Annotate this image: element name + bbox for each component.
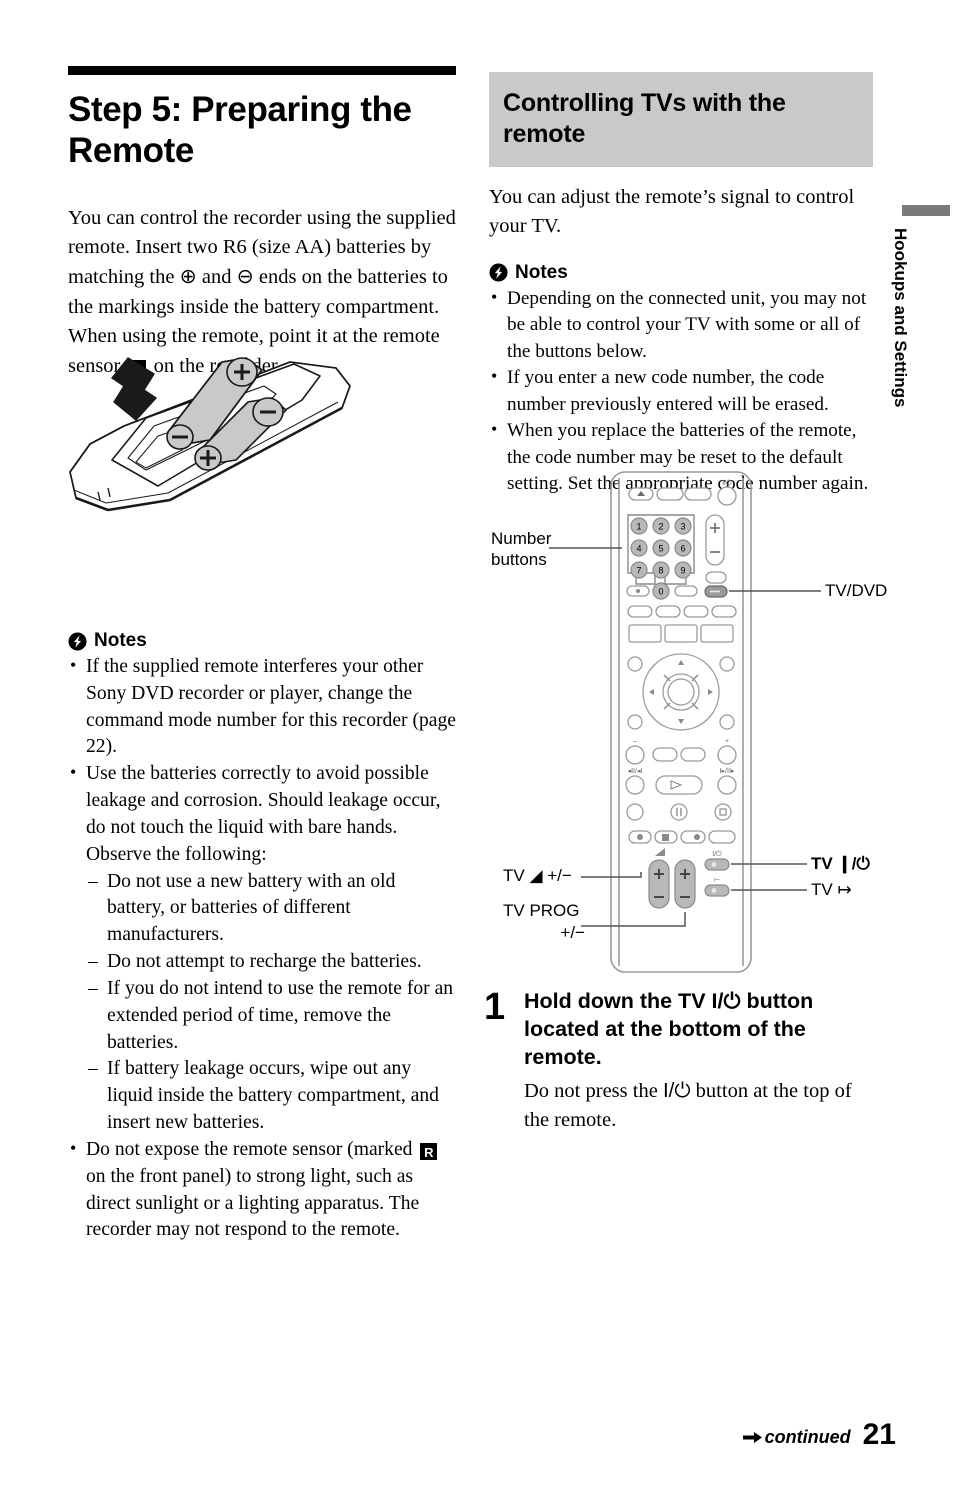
svg-text:0: 0 [658,587,663,597]
callout-tv-dvd: TV/DVD [825,581,888,600]
callout-number-buttons-line2: buttons [491,550,547,570]
callout-tv-prog: TV PROG +/− [503,900,585,944]
callout-tv-input: TV ↦ [811,880,852,899]
insert-arrow-icon [110,357,158,421]
section-heading-band: Controlling TVs with the remote [489,72,873,167]
side-tab-label: Hookups and Settings [891,228,910,408]
remote-sensor-icon: R [420,1142,438,1160]
sub-note-item: Do not use a new battery with an old bat… [88,869,458,949]
step-subtext: Do not press the I/⏻ button at the top o… [524,1076,880,1135]
bolt-icon [489,263,508,282]
manual-page: Step 5: Preparing the Remote You can con… [0,0,954,1486]
bolt-icon [68,631,87,651]
callout-number-buttons: Number buttons [491,528,561,571]
sub-note-item: If you do not intend to use the remote f… [88,976,458,1056]
svg-text:7: 7 [636,566,641,576]
note-item: Use the batteries correctly to avoid pos… [68,760,458,1137]
sub-note-item: Do not attempt to recharge the batteries… [88,949,458,976]
side-tab-bar [902,205,950,216]
svg-text:1: 1 [636,522,641,532]
svg-text:◂II/◂I: ◂II/◂I [628,768,643,775]
page-number: 21 [862,1417,896,1451]
right-intro-paragraph: You can adjust the remote’s signal to co… [489,186,855,238]
step-title: Hold down the TV I/⏻ button located at t… [524,988,880,1072]
callout-tv-prog-line1: TV PROG [503,901,580,920]
svg-text:⊢: ⊢ [714,877,720,884]
left-notes-block: Notes If the supplied remote interferes … [68,630,458,1244]
svg-text:8: 8 [658,566,663,576]
callout-tv-prog-line2: +/− [560,923,585,943]
page-title: Step 5: Preparing the Remote [68,90,412,171]
sub-notes-list: Do not use a new battery with an old bat… [88,869,458,1137]
svg-text:2: 2 [658,522,663,532]
note-item: If the supplied remote interferes your o… [68,653,458,761]
notes-list: If the supplied remote interferes your o… [68,653,458,1244]
remote-control-diagram: .rc { fill:none; stroke:#9a9a9a; stroke-… [489,460,889,980]
note-item: Depending on the connected unit, you may… [489,285,873,366]
continued-label: continued [764,1427,851,1447]
note-item: If you enter a new code number, the code… [489,364,873,418]
note-text-head: Do not expose the remote sensor (marked [86,1138,418,1160]
section-title: Controlling TVs with the remote [503,89,786,148]
svg-text:I/⏻: I/⏻ [722,479,732,487]
right-column: Controlling TVs with the remote You can … [489,72,873,498]
svg-text:I▸/II▸: I▸/II▸ [720,768,735,775]
callout-tv-power: TV ❙/⏻ [811,854,870,873]
step-title-pre: Hold down the TV [524,989,712,1013]
svg-text:6: 6 [680,544,685,554]
svg-text:3: 3 [680,522,685,532]
notes-label: Notes [94,630,147,651]
note-text-tail: on the front panel) to strong light, suc… [86,1165,420,1241]
svg-text:–: – [633,738,637,745]
svg-text:I/⏻: I/⏻ [712,850,722,858]
svg-text:+: + [725,738,729,745]
page-footer: continued 21 [742,1417,896,1451]
sub-note-item: If battery leakage occurs, wipe out any … [88,1056,458,1136]
step-1: 1 Hold down the TV I/⏻ button located at… [484,988,880,1135]
svg-text:9: 9 [680,566,685,576]
note-text: Use the batteries correctly to avoid pos… [86,763,441,865]
step-number: 1 [484,986,506,1028]
svg-text:5: 5 [658,544,663,554]
step-sub-pre: Do not press the [524,1079,663,1102]
power-symbol-icon: I/⏻ [662,1078,691,1102]
power-symbol-icon: I/⏻ [711,989,741,1013]
note-item: Do not expose the remote sensor (marked … [68,1136,458,1244]
callout-tv-volume: TV ◢ +/− [503,866,572,885]
step-body: Hold down the TV I/⏻ button located at t… [524,988,880,1135]
notes-heading: Notes [68,630,458,652]
notes-label: Notes [515,261,568,283]
notes-heading: Notes [489,262,873,284]
arrow-right-icon [742,1432,762,1443]
callout-number-buttons-line1: Number [491,529,552,548]
svg-text:4: 4 [636,544,641,554]
continued-marker: continued [742,1427,851,1448]
battery-insertion-illustration [50,340,370,540]
section-rule [68,66,456,75]
